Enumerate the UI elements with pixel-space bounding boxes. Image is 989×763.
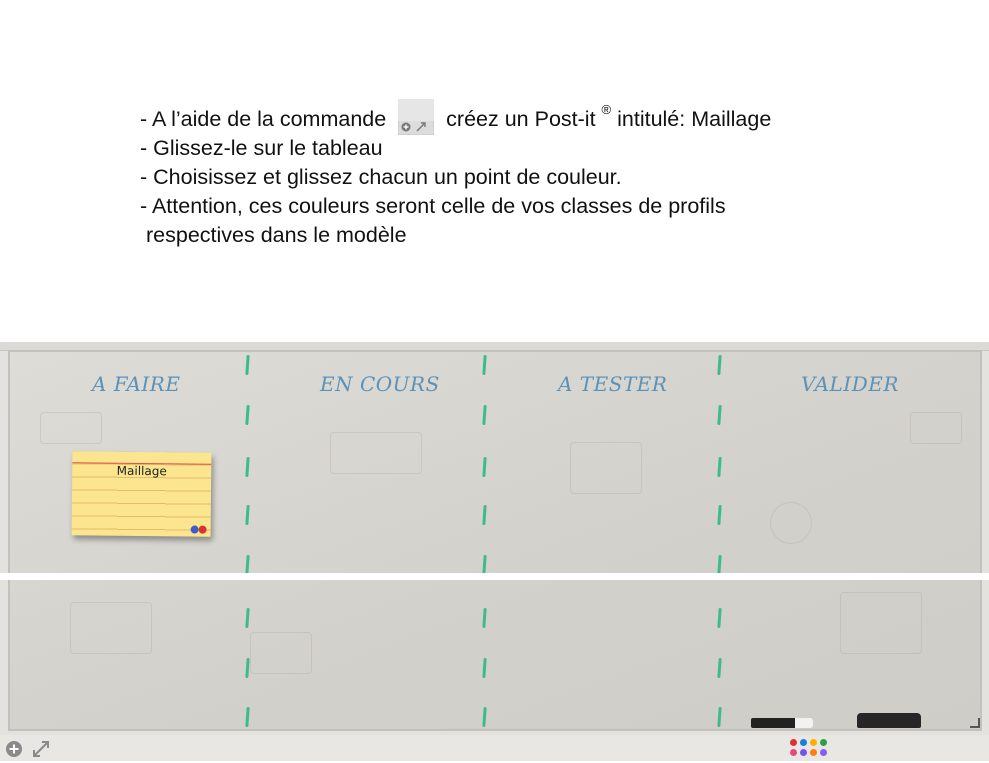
background-sketch <box>910 412 962 444</box>
background-sketch <box>250 632 312 674</box>
palette-color-dot[interactable] <box>810 739 817 746</box>
column-header-en-cours: EN COURS <box>320 372 440 396</box>
color-dot-red[interactable] <box>198 525 207 534</box>
background-sketch <box>40 412 102 444</box>
instruction-line-1: - A l’aide de la commande créez un Post-… <box>140 98 772 138</box>
palette-color-dot[interactable] <box>810 749 817 756</box>
separator-band <box>0 573 989 580</box>
column-header-valider: VALIDER <box>801 372 899 396</box>
instruction-line-5: respectives dans le modèle <box>146 223 407 247</box>
expand-arrows-icon[interactable] <box>32 740 50 758</box>
plus-circle-icon[interactable] <box>5 740 23 758</box>
column-header-a-tester: A TESTER <box>558 372 668 396</box>
instruction-1-middle: créez un Post-it <box>446 107 596 132</box>
background-sketch <box>770 502 812 544</box>
instruction-1-end: intitulé: Maillage <box>617 107 772 132</box>
background-sketch <box>70 602 152 654</box>
instruction-line-3: - Choisissez et glissez chacun un point … <box>140 165 622 189</box>
instruction-line-2: - Glissez-le sur le tableau <box>140 136 383 160</box>
color-palette[interactable] <box>790 739 834 759</box>
registered-mark: ® <box>601 102 612 117</box>
color-dot-blue[interactable] <box>190 525 199 534</box>
kanban-board[interactable] <box>8 350 982 731</box>
background-sketch <box>570 442 642 494</box>
bottom-toolbar <box>0 735 989 761</box>
instruction-line-4: - Attention, ces couleurs seront celle d… <box>140 194 726 218</box>
palette-color-dot[interactable] <box>790 739 797 746</box>
background-sketch <box>330 432 422 474</box>
postit-command-icon[interactable] <box>397 98 435 136</box>
marker-tool[interactable] <box>751 718 813 728</box>
palette-color-dot[interactable] <box>820 749 827 756</box>
palette-color-dot[interactable] <box>820 739 827 746</box>
postit-title: Maillage <box>116 463 167 479</box>
palette-color-dot[interactable] <box>800 749 807 756</box>
eraser-tool[interactable] <box>857 713 921 728</box>
column-header-a-faire: A FAIRE <box>92 372 181 396</box>
palette-color-dot[interactable] <box>800 739 807 746</box>
instruction-1-start: - A l’aide de la commande <box>140 107 387 132</box>
palette-color-dot[interactable] <box>790 749 797 756</box>
resize-grip-icon[interactable] <box>970 718 980 728</box>
postit-note[interactable]: Maillage <box>71 451 212 537</box>
background-sketch <box>840 592 922 654</box>
